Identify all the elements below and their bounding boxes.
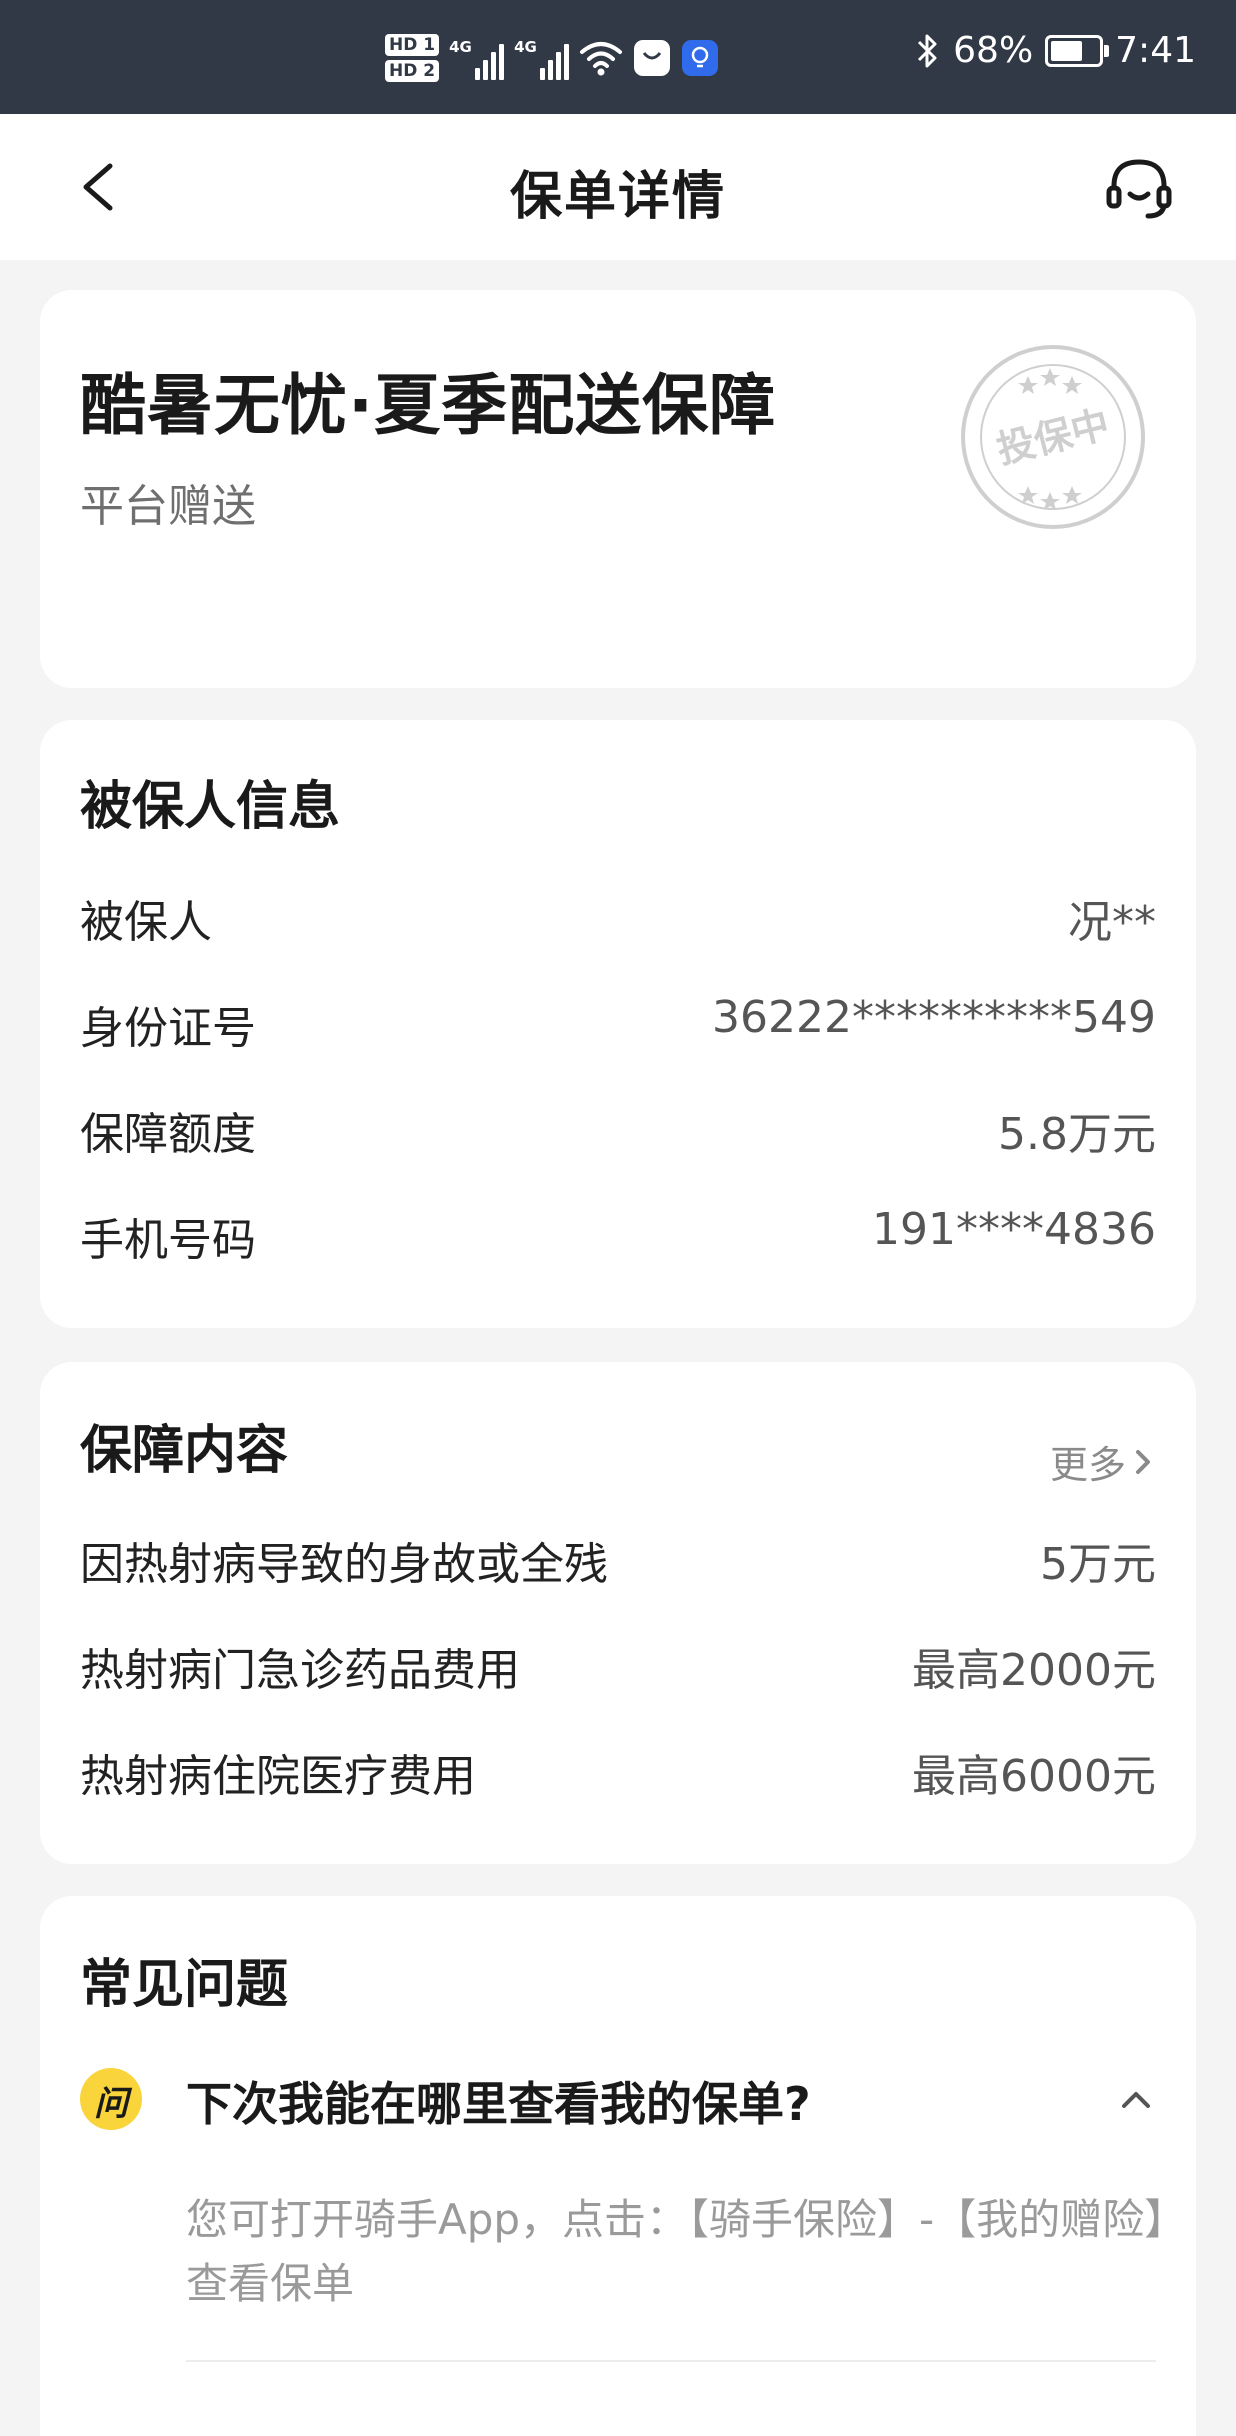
scallop-notch: [302, 690, 338, 708]
faq-question[interactable]: 下次我能在哪里查看我的保单?: [186, 2068, 811, 2134]
scallop-notch: [506, 690, 542, 708]
scallop-notch: [1118, 690, 1154, 708]
clock: 7:41: [1115, 30, 1196, 71]
insured-name-value: 况**: [1068, 897, 1156, 948]
faq-card: 常见问题 问 下次我能在哪里查看我的保单? 您可打开骑手App，点击：【骑手保险…: [40, 1896, 1196, 2436]
headset-icon[interactable]: [1104, 154, 1174, 224]
hd2-badge: HD 2: [385, 60, 440, 82]
hd1-badge: HD 1: [385, 34, 440, 56]
status-left: HD 1 HD 2 4G 4G: [385, 34, 719, 82]
wifi-icon: [580, 42, 623, 76]
question-badge-text: 问: [94, 2084, 128, 2124]
scallop-notch: [98, 690, 134, 708]
coverage-item-label: 热射病门急诊药品费用: [80, 1645, 520, 1696]
chevron-right-icon: [1136, 1449, 1150, 1474]
scallop-notch: [353, 690, 389, 708]
scallop-notch: [914, 690, 950, 708]
scallop-notch: [761, 690, 797, 708]
question-badge-icon: 问: [80, 2068, 142, 2130]
coverage-amount-value: 5.8万元: [998, 1109, 1156, 1160]
bluetooth-icon: [918, 34, 937, 67]
faq-section-title: 常见问题: [80, 1955, 289, 2015]
coverage-item-value: 5万元: [1040, 1539, 1156, 1590]
battery-percent: 68%: [953, 30, 1034, 71]
id-number-label: 身份证号: [80, 1003, 256, 1054]
id-number-value: 36222**********549: [712, 992, 1156, 1043]
shopping-bag-icon: [634, 40, 671, 76]
battery-icon: [1045, 34, 1110, 67]
coverage-card: 保障内容 更多 因热射病导致的身故或全残 5万元 热射病门急诊药品费用 最高20…: [40, 1362, 1196, 1864]
status-right: 68% 7:41: [915, 30, 1196, 71]
policy-title: 酷暑无忧·夏季配送保障: [80, 367, 777, 444]
scallop-notch: [1169, 690, 1196, 708]
scallop-notch: [251, 690, 287, 708]
scallop-notch: [710, 690, 746, 708]
coverage-section-title: 保障内容: [80, 1421, 289, 1481]
scallop-notch: [149, 690, 185, 708]
signal-icon-2: 4G: [514, 36, 570, 80]
faq-answer: 您可打开骑手App，点击：【骑手保险】-【我的赠险】查看保单: [186, 2195, 1166, 2308]
insured-card: 被保人信息 被保人 况** 身份证号 36222**********549 保障…: [40, 720, 1196, 1328]
nav-bar: 保单详情: [0, 114, 1236, 260]
coverage-item-label: 因热射病导致的身故或全残: [80, 1539, 608, 1590]
chevron-up-icon[interactable]: [1116, 2080, 1156, 2120]
more-link[interactable]: 更多: [1050, 1434, 1156, 1489]
status-bar: HD 1 HD 2 4G 4G 68% 7:41: [0, 0, 1236, 114]
network-type-1: 4G: [449, 38, 472, 56]
battery-level: [1051, 40, 1083, 61]
coverage-amount-label: 保障额度: [80, 1109, 256, 1160]
scallop-notch: [455, 690, 491, 708]
coverage-item-label: 热射病住院医疗费用: [80, 1751, 476, 1802]
policy-subtitle: 平台赠送: [80, 481, 256, 532]
coverage-item-value: 最高6000元: [912, 1751, 1156, 1802]
more-label: 更多: [1049, 1443, 1126, 1487]
hd-indicators: HD 1 HD 2: [385, 34, 440, 82]
scallop-notch: [1067, 690, 1103, 708]
signal-icon-1: 4G: [449, 36, 505, 80]
insured-name-label: 被保人: [80, 897, 212, 948]
policy-card: 酷暑无忧·夏季配送保障 平台赠送 投保中: [40, 290, 1196, 708]
phone-label: 手机号码: [80, 1215, 256, 1266]
lightbulb-app-icon: [682, 40, 719, 76]
insured-section-title: 被保人信息: [80, 777, 341, 837]
scallop-notch: [47, 690, 83, 708]
status-stamp: 投保中: [961, 345, 1145, 529]
scallop-notch: [1016, 690, 1052, 708]
phone-value: 191****4836: [872, 1204, 1156, 1255]
scallop-notch: [812, 690, 848, 708]
scallop-notch: [557, 690, 593, 708]
scallop-notch: [863, 690, 899, 708]
scallop-notch: [200, 690, 236, 708]
scallop-edge: [47, 690, 1196, 708]
network-type-2: 4G: [514, 38, 537, 56]
page-title: 保单详情: [509, 167, 726, 227]
coverage-item-value: 最高2000元: [912, 1645, 1156, 1696]
scallop-notch: [659, 690, 695, 708]
scallop-notch: [608, 690, 644, 708]
faq-divider: [186, 2360, 1156, 2362]
scallop-notch: [404, 690, 440, 708]
stamp-text: 投保中: [992, 402, 1113, 472]
scallop-notch: [965, 690, 1001, 708]
